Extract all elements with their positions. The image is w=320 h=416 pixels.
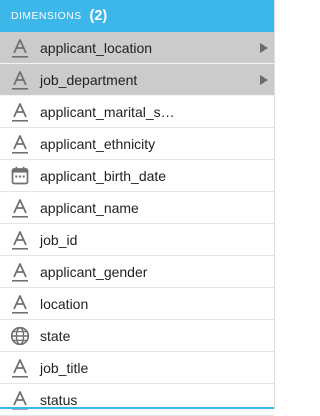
- calendar-icon: [0, 166, 40, 185]
- dimension-label: job_id: [40, 231, 78, 248]
- text-type-icon: [0, 198, 40, 218]
- dimension-row[interactable]: status: [0, 384, 274, 416]
- dimension-row[interactable]: applicant_birth_date: [0, 160, 274, 192]
- dimension-label: job_title: [40, 359, 89, 376]
- text-type-icon: [0, 38, 40, 58]
- dimension-label: job_department: [40, 71, 138, 88]
- dimension-row[interactable]: state: [0, 320, 274, 352]
- dimension-row[interactable]: job_id: [0, 224, 274, 256]
- dimension-label: state: [40, 327, 71, 344]
- dimension-label: applicant_marital_s…: [40, 103, 175, 120]
- dimension-label: applicant_gender: [40, 263, 148, 280]
- dimension-row[interactable]: applicant_gender: [0, 256, 274, 288]
- text-type-icon: [0, 358, 40, 378]
- text-type-icon: [0, 230, 40, 250]
- dimension-row[interactable]: job_department: [0, 64, 274, 96]
- dimension-row[interactable]: job_title: [0, 352, 274, 384]
- expand-arrow-icon[interactable]: [260, 42, 268, 53]
- text-type-icon: [0, 134, 40, 154]
- dimensions-list: applicant_location job_department applican…: [0, 32, 274, 416]
- dimensions-header[interactable]: DIMENSIONS (2): [0, 0, 274, 32]
- dimensions-title: DIMENSIONS: [11, 10, 82, 22]
- dimension-label: applicant_name: [40, 199, 139, 216]
- globe-icon: [0, 326, 40, 346]
- dimension-row[interactable]: applicant_location: [0, 32, 274, 64]
- dimensions-count: (2): [89, 8, 108, 24]
- dimension-label: location: [40, 295, 89, 312]
- text-type-icon: [0, 102, 40, 122]
- dimension-label: applicant_birth_date: [40, 167, 167, 184]
- dimension-label: applicant_ethnicity: [40, 135, 156, 152]
- dimension-row[interactable]: location: [0, 288, 274, 320]
- dimension-label: applicant_location: [40, 39, 153, 56]
- text-type-icon: [0, 294, 40, 314]
- dimension-row[interactable]: applicant_marital_s…: [0, 96, 274, 128]
- dimension-label: status: [40, 391, 78, 408]
- dimensions-panel: DIMENSIONS (2) applicant_location job_dep…: [0, 0, 275, 416]
- text-type-icon: [0, 70, 40, 90]
- dimension-row[interactable]: applicant_name: [0, 192, 274, 224]
- expand-arrow-icon[interactable]: [260, 74, 268, 85]
- text-type-icon: [0, 262, 40, 282]
- dimension-row[interactable]: applicant_ethnicity: [0, 128, 274, 160]
